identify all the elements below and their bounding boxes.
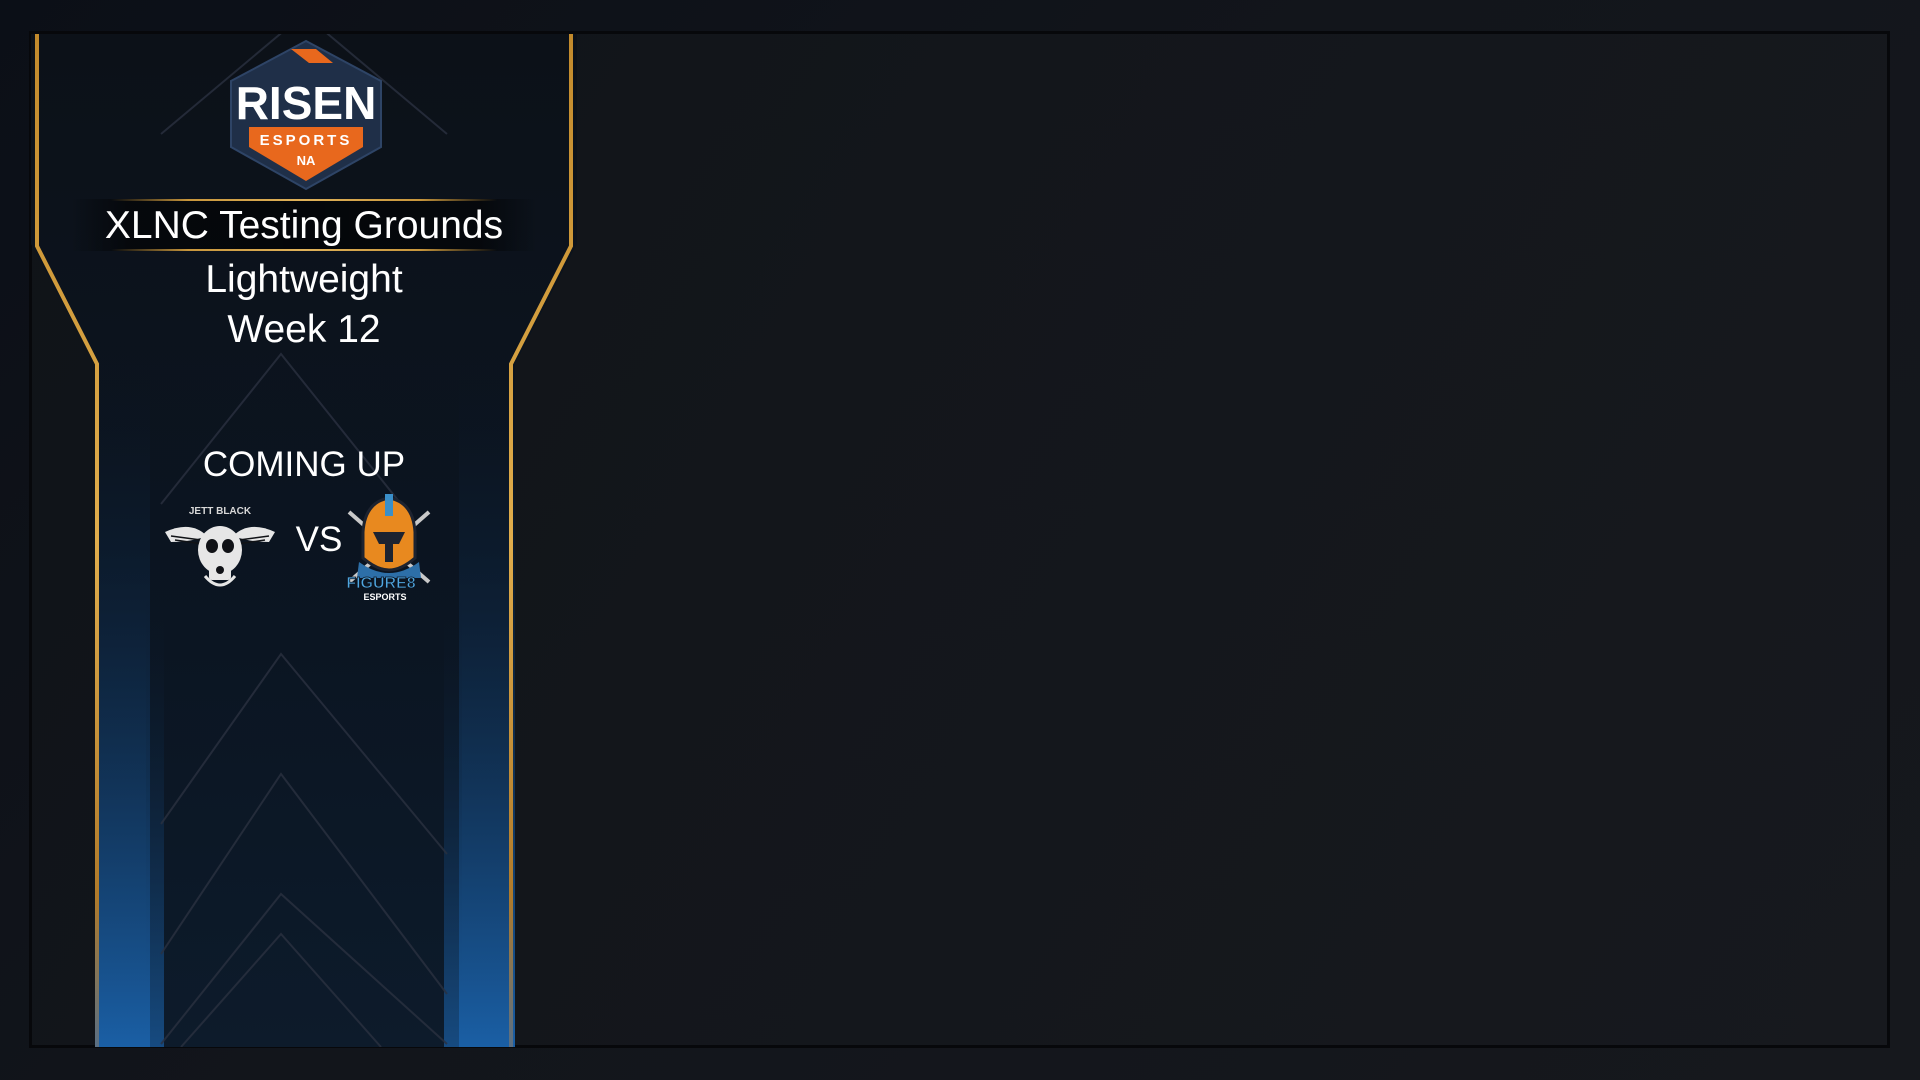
svg-text:NA: NA <box>297 153 316 168</box>
week-label: Week 12 <box>227 308 381 351</box>
event-title: XLNC Testing Grounds <box>104 204 504 247</box>
sidebar-panel: RISEN ESPORTS NA XLNC Testing Grounds Li… <box>31 34 577 1047</box>
svg-text:FIGURE8: FIGURE8 <box>346 575 415 592</box>
division-label: Lightweight <box>205 258 403 301</box>
svg-text:JETT BLACK: JETT BLACK <box>189 506 252 517</box>
risen-esports-logo: RISEN ESPORTS NA <box>230 39 382 191</box>
svg-text:ESPORTS: ESPORTS <box>363 592 406 602</box>
winged-skull-icon: JETT BLACK <box>165 506 275 587</box>
coming-up-heading: COMING UP <box>202 445 406 484</box>
svg-text:ESPORTS: ESPORTS <box>260 132 353 149</box>
spartan-helmet-icon: FIGURE8 ESPORTS <box>346 494 431 602</box>
overlay-stage: RISEN ESPORTS NA XLNC Testing Grounds Li… <box>0 0 1920 1080</box>
svg-text:RISEN: RISEN <box>236 77 377 129</box>
